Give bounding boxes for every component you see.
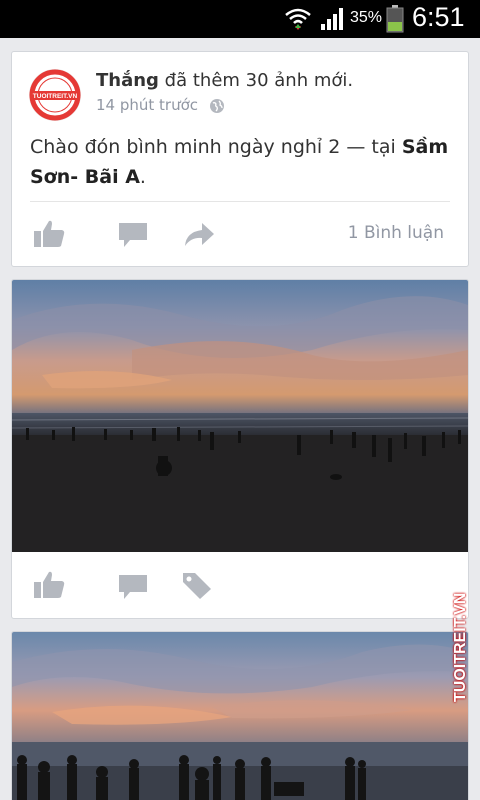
photo-card	[11, 279, 469, 619]
wifi-icon	[285, 8, 311, 30]
author-name[interactable]: Thắng	[96, 70, 159, 91]
globe-icon	[209, 98, 224, 113]
post-action: đã thêm 30 ảnh mới.	[158, 70, 354, 91]
post-meta: 14 phút trước	[96, 96, 225, 114]
watermark: TUOITREIT.VN	[452, 592, 469, 702]
divider	[30, 201, 450, 202]
avatar-logo-text: TUOITREIT.VN	[33, 93, 78, 100]
status-bar: 35% 6:51	[0, 0, 480, 38]
battery-icon	[386, 5, 404, 33]
photo-card	[11, 631, 469, 800]
post-body-end: .	[139, 166, 146, 188]
share-icon[interactable]	[182, 219, 216, 249]
tag-icon[interactable]	[180, 570, 214, 600]
battery-percent: 35%	[350, 9, 383, 26]
beach-sunrise-photo[interactable]	[12, 280, 468, 552]
clock: 6:51	[412, 2, 465, 32]
avatar[interactable]: TUOITREIT.VN	[29, 69, 81, 121]
like-icon[interactable]	[32, 570, 66, 600]
post-body: Chào đón bình minh ngày nghỉ 2 — tại	[30, 136, 402, 158]
comment-icon[interactable]	[116, 571, 150, 601]
comment-icon[interactable]	[116, 219, 150, 249]
comments-count[interactable]: 1 Bình luận	[348, 223, 444, 243]
post-header: Thắng đã thêm 30 ảnh mới.	[96, 70, 353, 91]
post-text: Chào đón bình minh ngày nghỉ 2 — tại Sầm…	[30, 132, 450, 192]
post-card: TUOITREIT.VN Thắng đã thêm 30 ảnh mới. 1…	[11, 51, 469, 267]
like-icon[interactable]	[32, 219, 66, 249]
signal-icon	[321, 8, 343, 30]
post-time[interactable]: 14 phút trước	[96, 96, 198, 114]
beach-sunrise-photo[interactable]	[12, 632, 468, 800]
